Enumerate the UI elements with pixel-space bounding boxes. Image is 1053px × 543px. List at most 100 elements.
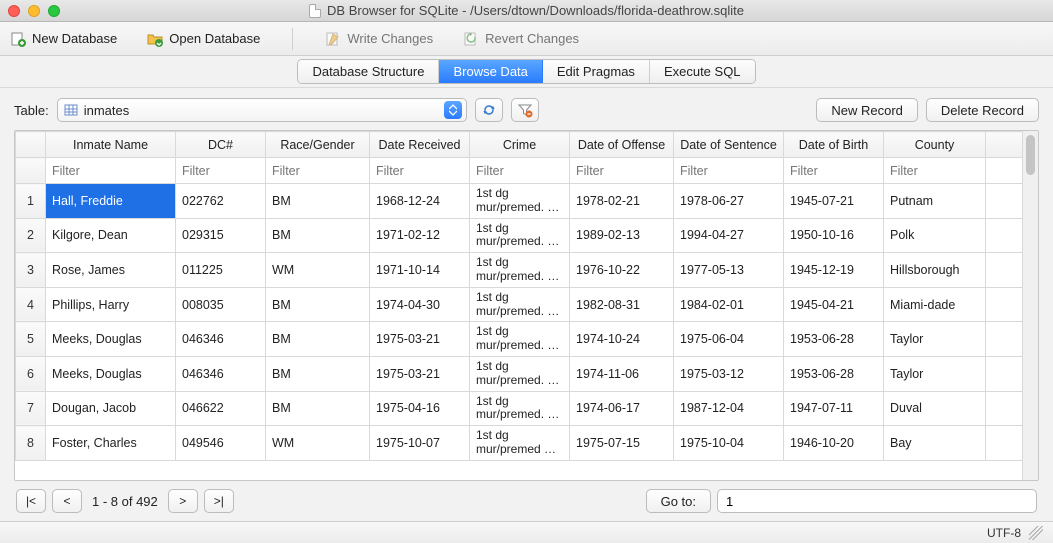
filter-input[interactable] — [370, 161, 469, 181]
cell-dc-number[interactable]: 046346 — [176, 322, 266, 357]
table-row[interactable]: 5Meeks, Douglas046346BM1975-03-211st dg … — [16, 322, 1023, 357]
cell-county[interactable]: Polk — [884, 218, 986, 253]
cell-date-received[interactable]: 1975-04-16 — [370, 391, 470, 426]
cell-date-offense[interactable]: 1974-06-17 — [570, 391, 674, 426]
cell-inmate-name[interactable]: Kilgore, Dean — [46, 218, 176, 253]
col-header[interactable]: County — [884, 132, 986, 158]
row-number-cell[interactable]: 8 — [16, 426, 46, 461]
scrollbar-thumb[interactable] — [1026, 135, 1035, 175]
cell-date-received[interactable]: 1975-10-07 — [370, 426, 470, 461]
cell-dc-number[interactable]: 022762 — [176, 184, 266, 219]
cell-crime[interactable]: 1st dg mur/premed. … — [470, 356, 570, 391]
cell-date-of-birth[interactable]: 1945-04-21 — [784, 287, 884, 322]
cell-date-of-birth[interactable]: 1945-12-19 — [784, 253, 884, 288]
cell-race-gender[interactable]: BM — [266, 356, 370, 391]
col-header[interactable]: Date of Sentence — [674, 132, 784, 158]
cell-date-offense[interactable]: 1978-02-21 — [570, 184, 674, 219]
cell-county[interactable]: Duval — [884, 391, 986, 426]
cell-date-offense[interactable]: 1982-08-31 — [570, 287, 674, 322]
cell-date-received[interactable]: 1968-12-24 — [370, 184, 470, 219]
write-changes-button[interactable]: Write Changes — [325, 31, 433, 47]
cell-inmate-name[interactable]: Phillips, Harry — [46, 287, 176, 322]
close-window-button[interactable] — [8, 5, 20, 17]
col-header[interactable]: Date of Birth — [784, 132, 884, 158]
filter-input[interactable] — [674, 161, 783, 181]
row-number-cell[interactable]: 4 — [16, 287, 46, 322]
cell-inmate-name[interactable]: Rose, James — [46, 253, 176, 288]
filter-input[interactable] — [470, 161, 569, 181]
cell-county[interactable]: Taylor — [884, 356, 986, 391]
revert-changes-button[interactable]: Revert Changes — [463, 31, 579, 47]
table-row[interactable]: 4Phillips, Harry008035BM1974-04-301st dg… — [16, 287, 1023, 322]
refresh-button[interactable] — [475, 98, 503, 122]
cell-crime[interactable]: 1st dg mur/premed. … — [470, 184, 570, 219]
cell-race-gender[interactable]: WM — [266, 426, 370, 461]
cell-crime[interactable]: 1st dg mur/premed. … — [470, 218, 570, 253]
last-page-button[interactable]: >| — [204, 489, 234, 513]
cell-date-sentence[interactable]: 1975-06-04 — [674, 322, 784, 357]
cell-date-received[interactable]: 1971-10-14 — [370, 253, 470, 288]
cell-crime[interactable]: 1st dg mur/premed. … — [470, 253, 570, 288]
tab-edit-pragmas[interactable]: Edit Pragmas — [543, 60, 650, 83]
next-page-button[interactable]: > — [168, 489, 198, 513]
cell-race-gender[interactable]: BM — [266, 391, 370, 426]
filter-input[interactable] — [176, 161, 265, 181]
cell-crime[interactable]: 1st dg mur/premed. … — [470, 391, 570, 426]
table-row[interactable]: 3Rose, James011225WM1971-10-141st dg mur… — [16, 253, 1023, 288]
cell-date-sentence[interactable]: 1975-03-12 — [674, 356, 784, 391]
table-selector[interactable]: inmates — [57, 98, 467, 122]
cell-inmate-name[interactable]: Meeks, Douglas — [46, 356, 176, 391]
col-header[interactable]: Race/Gender — [266, 132, 370, 158]
filter-input[interactable] — [46, 161, 175, 181]
cell-date-sentence[interactable]: 1984-02-01 — [674, 287, 784, 322]
new-record-button[interactable]: New Record — [816, 98, 918, 122]
col-header[interactable]: Inmate Name — [46, 132, 176, 158]
minimize-window-button[interactable] — [28, 5, 40, 17]
table-row[interactable]: 6Meeks, Douglas046346BM1975-03-211st dg … — [16, 356, 1023, 391]
cell-county[interactable]: Taylor — [884, 322, 986, 357]
cell-date-sentence[interactable]: 1978-06-27 — [674, 184, 784, 219]
cell-date-of-birth[interactable]: 1950-10-16 — [784, 218, 884, 253]
filter-input[interactable] — [266, 161, 369, 181]
cell-inmate-name[interactable]: Dougan, Jacob — [46, 391, 176, 426]
row-number-cell[interactable]: 2 — [16, 218, 46, 253]
cell-date-of-birth[interactable]: 1953-06-28 — [784, 322, 884, 357]
cell-date-sentence[interactable]: 1977-05-13 — [674, 253, 784, 288]
table-row[interactable]: 1Hall, Freddie022762BM1968-12-241st dg m… — [16, 184, 1023, 219]
cell-county[interactable]: Putnam — [884, 184, 986, 219]
prev-page-button[interactable]: < — [52, 489, 82, 513]
cell-dc-number[interactable]: 008035 — [176, 287, 266, 322]
cell-date-sentence[interactable]: 1975-10-04 — [674, 426, 784, 461]
cell-race-gender[interactable]: BM — [266, 322, 370, 357]
cell-inmate-name[interactable]: Hall, Freddie — [46, 184, 176, 219]
clear-filters-button[interactable] — [511, 98, 539, 122]
cell-date-of-birth[interactable]: 1953-06-28 — [784, 356, 884, 391]
cell-dc-number[interactable]: 046622 — [176, 391, 266, 426]
cell-race-gender[interactable]: BM — [266, 184, 370, 219]
filter-input[interactable] — [884, 161, 985, 181]
cell-county[interactable]: Bay — [884, 426, 986, 461]
filter-input[interactable] — [570, 161, 673, 181]
goto-button[interactable]: Go to: — [646, 489, 711, 513]
cell-date-received[interactable]: 1975-03-21 — [370, 356, 470, 391]
col-header[interactable]: Date of Offense — [570, 132, 674, 158]
delete-record-button[interactable]: Delete Record — [926, 98, 1039, 122]
cell-date-offense[interactable]: 1976-10-22 — [570, 253, 674, 288]
row-number-cell[interactable]: 5 — [16, 322, 46, 357]
table-row[interactable]: 7Dougan, Jacob046622BM1975-04-161st dg m… — [16, 391, 1023, 426]
cell-crime[interactable]: 1st dg mur/premed. … — [470, 287, 570, 322]
cell-date-sentence[interactable]: 1994-04-27 — [674, 218, 784, 253]
cell-date-of-birth[interactable]: 1946-10-20 — [784, 426, 884, 461]
tab-execute-sql[interactable]: Execute SQL — [650, 60, 755, 83]
open-database-button[interactable]: Open Database — [147, 31, 260, 47]
cell-date-of-birth[interactable]: 1947-07-11 — [784, 391, 884, 426]
zoom-window-button[interactable] — [48, 5, 60, 17]
cell-date-of-birth[interactable]: 1945-07-21 — [784, 184, 884, 219]
cell-dc-number[interactable]: 046346 — [176, 356, 266, 391]
cell-date-received[interactable]: 1974-04-30 — [370, 287, 470, 322]
row-number-cell[interactable]: 6 — [16, 356, 46, 391]
col-header[interactable]: Crime — [470, 132, 570, 158]
cell-county[interactable]: Hillsborough — [884, 253, 986, 288]
data-grid[interactable]: Inmate Name DC# Race/Gender Date Receive… — [15, 131, 1022, 480]
cell-dc-number[interactable]: 049546 — [176, 426, 266, 461]
